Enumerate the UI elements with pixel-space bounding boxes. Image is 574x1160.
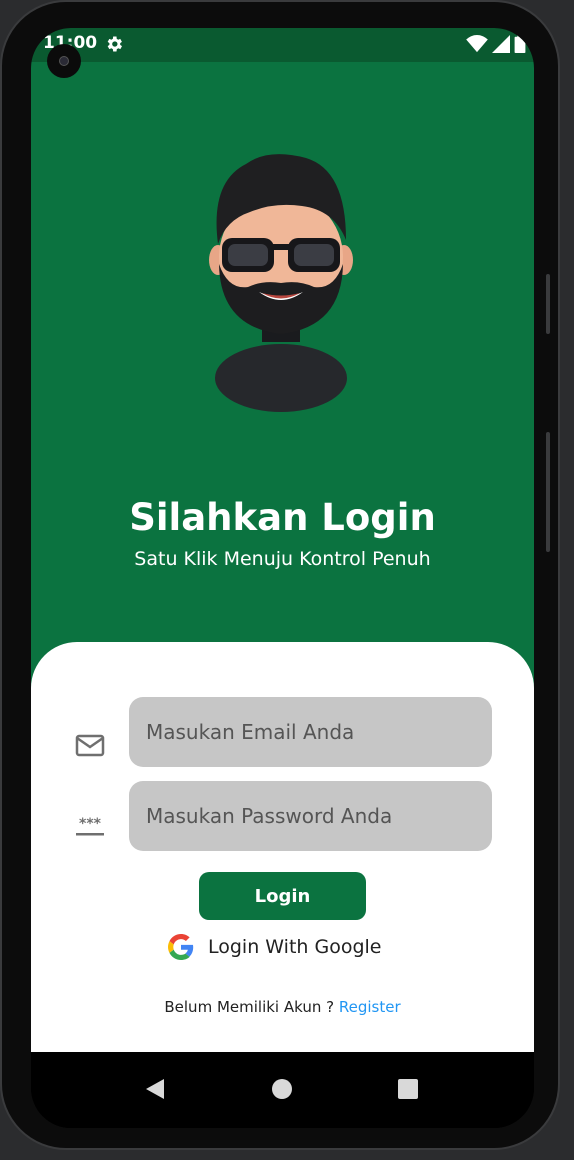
battery-icon — [514, 35, 526, 53]
password-icon: *** — [76, 816, 104, 836]
register-link[interactable]: Register — [339, 998, 401, 1016]
login-button[interactable]: Login — [199, 872, 366, 920]
svg-text:***: *** — [79, 816, 102, 832]
phone-frame: 11:00 Silahkan Login Satu Klik Menuju Ko… — [0, 0, 560, 1150]
page-title: Silahkan Login — [129, 496, 436, 539]
hero-section: Silahkan Login Satu Klik Menuju Kontrol … — [31, 62, 534, 702]
power-button — [546, 274, 550, 334]
avatar — [209, 154, 353, 412]
google-icon — [168, 934, 194, 960]
navigation-bar — [31, 1052, 534, 1128]
google-login-button[interactable]: Login With Google — [168, 932, 381, 962]
front-camera — [47, 44, 81, 78]
page-subtitle: Satu Klik Menuju Kontrol Penuh — [134, 548, 431, 570]
wifi-icon — [466, 35, 488, 53]
status-bar: 11:00 — [31, 28, 534, 62]
register-prompt-text: Belum Memiliki Akun ? — [164, 998, 339, 1016]
register-prompt: Belum Memiliki Akun ? Register — [31, 998, 534, 1016]
password-input[interactable] — [129, 781, 492, 851]
mail-icon — [75, 734, 105, 757]
volume-button — [546, 432, 550, 552]
signal-icon — [492, 35, 510, 53]
gear-icon — [107, 36, 122, 52]
status-icons — [466, 34, 526, 54]
google-login-label: Login With Google — [208, 936, 382, 958]
login-card: *** Login Login With Google Belum Memili… — [31, 642, 534, 1052]
back-icon[interactable] — [142, 1076, 168, 1102]
screen: 11:00 Silahkan Login Satu Klik Menuju Ko… — [31, 28, 534, 1128]
home-icon[interactable] — [269, 1076, 295, 1102]
email-input[interactable] — [129, 697, 492, 767]
recents-icon[interactable] — [395, 1076, 421, 1102]
